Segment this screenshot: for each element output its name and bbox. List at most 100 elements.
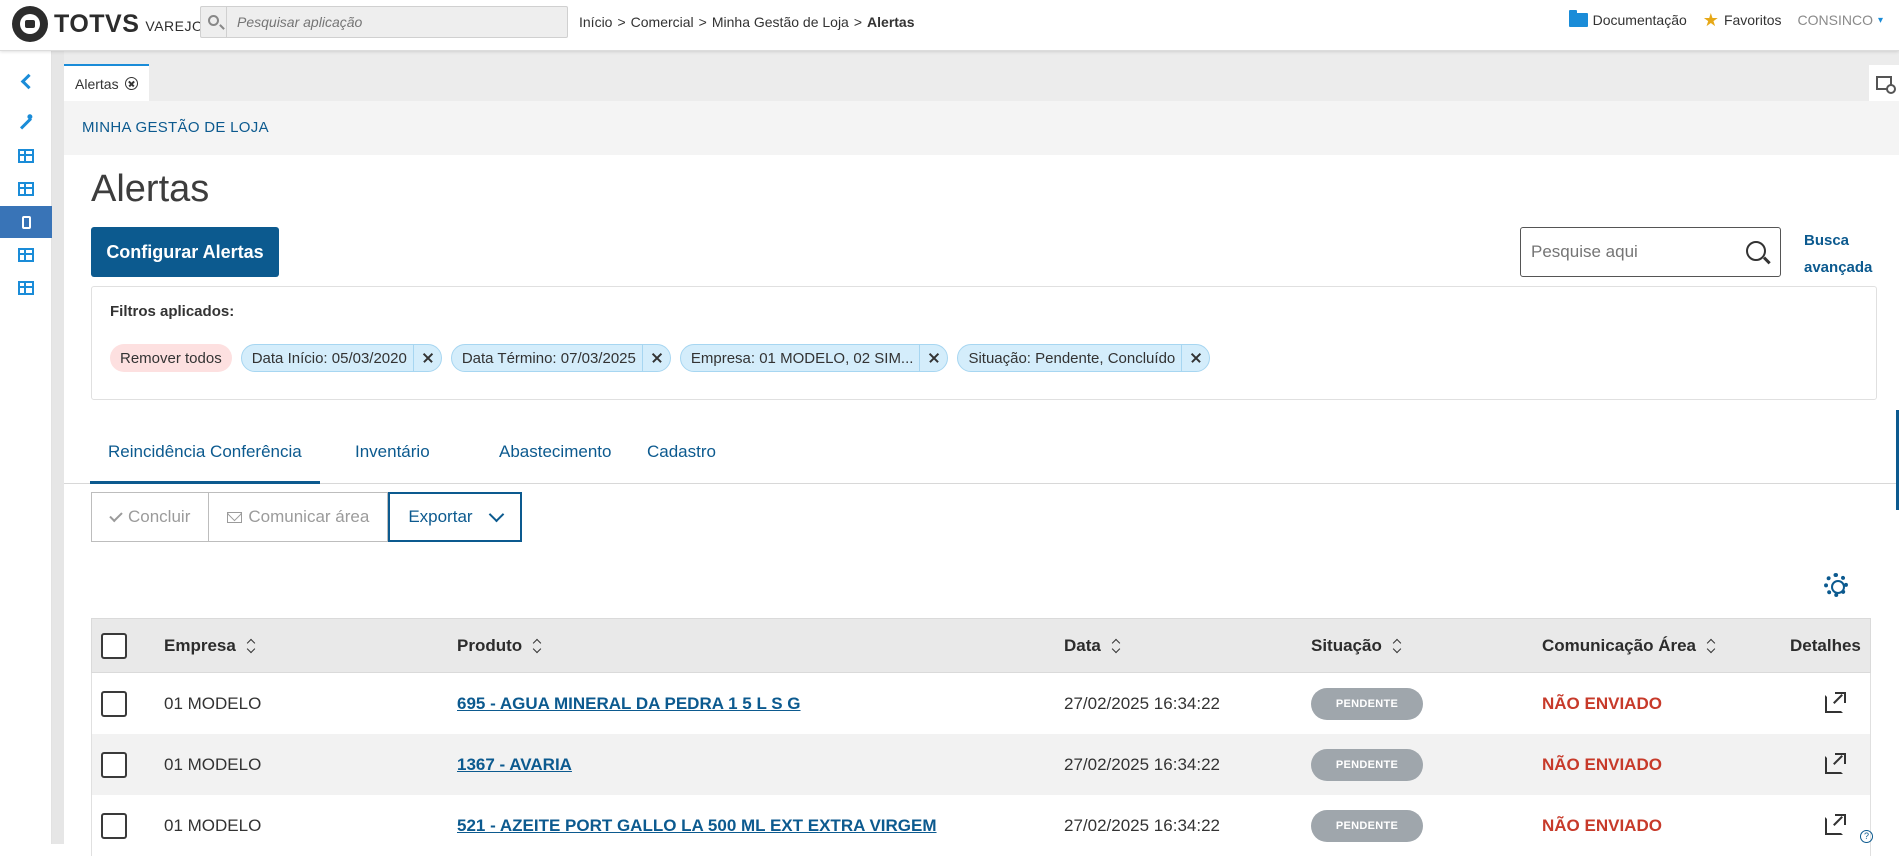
product-link[interactable]: 521 - AZEITE PORT GALLO LA 500 ML EXT EX… (457, 816, 937, 836)
alerts-table: Empresa Produto Data Situação Comunicaçã… (91, 618, 1871, 856)
external-link-icon[interactable] (1825, 752, 1846, 774)
applied-filters-panel: Filtros aplicados: Remover todos Data In… (91, 286, 1877, 400)
sidebar-item-grid-4[interactable] (0, 272, 52, 304)
filter-chips: Remover todos Data Início: 05/03/2020 Da… (110, 344, 1211, 372)
close-icon[interactable] (1181, 344, 1209, 372)
star-icon: ★ (1702, 10, 1719, 30)
tab-inventario[interactable]: Inventário (337, 428, 448, 484)
main-content: MINHA GESTÃO DE LOJA Alertas Configurar … (64, 101, 1899, 856)
header-label: Data (1064, 635, 1101, 655)
user-name: CONSINCO (1797, 12, 1873, 28)
search-icon[interactable] (1746, 241, 1766, 261)
cell-empresa: 01 MODELO (164, 754, 262, 774)
conclude-button[interactable]: Concluir (91, 492, 210, 542)
totvs-logo[interactable]: TOTVS VAREJO (12, 6, 203, 42)
table-row: 01 MODELO 521 - AZEITE PORT GALLO LA 500… (91, 795, 1871, 856)
breadcrumb-sep: > (698, 14, 707, 30)
breadcrumb-sep: > (853, 14, 863, 30)
table-grid-icon (18, 248, 34, 262)
sidebar-item-mobile[interactable] (0, 206, 52, 238)
breadcrumb-comercial[interactable]: Comercial (631, 14, 694, 30)
mail-icon (227, 511, 243, 523)
gear-icon[interactable] (1824, 573, 1848, 597)
sidebar-gutter (52, 51, 64, 844)
user-menu[interactable]: CONSINCO ▾ (1798, 12, 1883, 28)
export-label: Exportar (408, 507, 473, 526)
export-button[interactable]: Exportar (388, 492, 522, 542)
header-comunicacao-area[interactable]: Comunicação Área (1542, 619, 1716, 672)
alert-category-tabs: Reincidência Conferência Inventário Abas… (64, 428, 1899, 484)
search-input[interactable] (1521, 230, 1731, 274)
app-search (200, 6, 568, 38)
filters-label: Filtros aplicados: (110, 303, 235, 320)
app-search-input[interactable] (227, 8, 557, 36)
sort-icon (1392, 639, 1402, 653)
tabs-menu-button[interactable] (1869, 65, 1899, 101)
chevron-left-icon (20, 73, 36, 89)
section-header: MINHA GESTÃO DE LOJA (64, 101, 1899, 155)
tab-abastecimento[interactable]: Abastecimento (481, 428, 629, 484)
cell-comunicacao: NÃO ENVIADO (1542, 693, 1662, 713)
notify-area-label: Comunicar área (248, 507, 370, 526)
row-checkbox[interactable] (101, 690, 127, 717)
filter-chip-situacao: Situação: Pendente, Concluído (957, 344, 1211, 372)
product-link[interactable]: 1367 - AVARIA (457, 755, 572, 775)
external-link-icon[interactable] (1825, 813, 1846, 835)
header-label: Produto (457, 635, 523, 655)
cell-data: 27/02/2025 16:34:22 (1064, 693, 1220, 713)
favorites-link[interactable]: ★ Favoritos (1702, 10, 1782, 30)
search-icon[interactable] (201, 7, 227, 37)
cell-empresa: 01 MODELO (164, 815, 262, 835)
filter-chip-label: Data Início: 05/03/2020 (251, 349, 407, 367)
close-icon[interactable] (412, 344, 441, 372)
filter-chip-label: Data Término: 07/03/2025 (461, 349, 636, 367)
header-situacao[interactable]: Situação (1311, 619, 1402, 672)
sidebar-collapse-button[interactable] (0, 65, 52, 97)
advanced-search-link[interactable]: Busca avançada (1804, 227, 1884, 281)
tab-cadastro[interactable]: Cadastro (629, 428, 734, 484)
configure-alerts-button[interactable]: Configurar Alertas (91, 227, 279, 277)
sidebar-item-grid-3[interactable] (0, 239, 52, 271)
header-label: Empresa (164, 635, 236, 655)
header-produto[interactable]: Produto (457, 619, 542, 672)
sidebar-item-grid-1[interactable] (0, 140, 52, 172)
advanced-search-line2: avançada (1804, 259, 1873, 276)
sidebar-item-grid-2[interactable] (0, 173, 52, 205)
header-data[interactable]: Data (1064, 619, 1121, 672)
select-all-checkbox[interactable] (101, 632, 127, 659)
filter-chip-data-termino: Data Término: 07/03/2025 (450, 344, 671, 372)
sidebar-item-tools[interactable] (0, 107, 52, 139)
row-checkbox[interactable] (101, 812, 127, 839)
close-icon[interactable] (641, 344, 670, 372)
header-empresa[interactable]: Empresa (164, 619, 256, 672)
tab-reincidencia-conferencia[interactable]: Reincidência Conferência (90, 428, 320, 484)
filter-chip-data-inicio: Data Início: 05/03/2020 (240, 344, 442, 372)
sidebar (0, 51, 52, 844)
table-row: 01 MODELO 695 - AGUA MINERAL DA PEDRA 1 … (91, 673, 1871, 734)
status-badge: PENDENTE (1311, 809, 1423, 842)
tab-alertas[interactable]: Alertas (64, 64, 149, 101)
row-checkbox[interactable] (101, 751, 127, 778)
tab-label: Alertas (75, 75, 119, 92)
breadcrumb-sep: > (617, 14, 626, 30)
breadcrumb: Início > Comercial > Minha Gestão de Loj… (579, 14, 915, 30)
status-badge: PENDENTE (1311, 687, 1423, 720)
close-icon[interactable] (124, 77, 138, 90)
cell-empresa: 01 MODELO (164, 693, 262, 713)
remove-all-filters-button[interactable]: Remover todos (110, 344, 232, 372)
top-right-menu: Documentação ★ Favoritos CONSINCO ▾ (1568, 10, 1883, 30)
sort-icon (1706, 639, 1716, 653)
external-link-icon[interactable] (1825, 691, 1846, 713)
filter-chip-empresa: Empresa: 01 MODELO, 02 SIM... (679, 344, 949, 372)
cell-data: 27/02/2025 16:34:22 (1064, 754, 1220, 774)
help-icon[interactable]: ? (1860, 830, 1873, 843)
breadcrumb-inicio[interactable]: Início (579, 14, 612, 30)
sort-icon (246, 639, 256, 653)
notify-area-button[interactable]: Comunicar área (209, 492, 389, 542)
close-icon[interactable] (919, 344, 947, 372)
totvs-logo-icon (12, 6, 48, 42)
documentation-link[interactable]: Documentação (1568, 10, 1687, 28)
table-grid-icon (18, 182, 34, 196)
breadcrumb-minha-gestao[interactable]: Minha Gestão de Loja (712, 14, 849, 30)
product-link[interactable]: 695 - AGUA MINERAL DA PEDRA 1 5 L S G (457, 694, 801, 714)
